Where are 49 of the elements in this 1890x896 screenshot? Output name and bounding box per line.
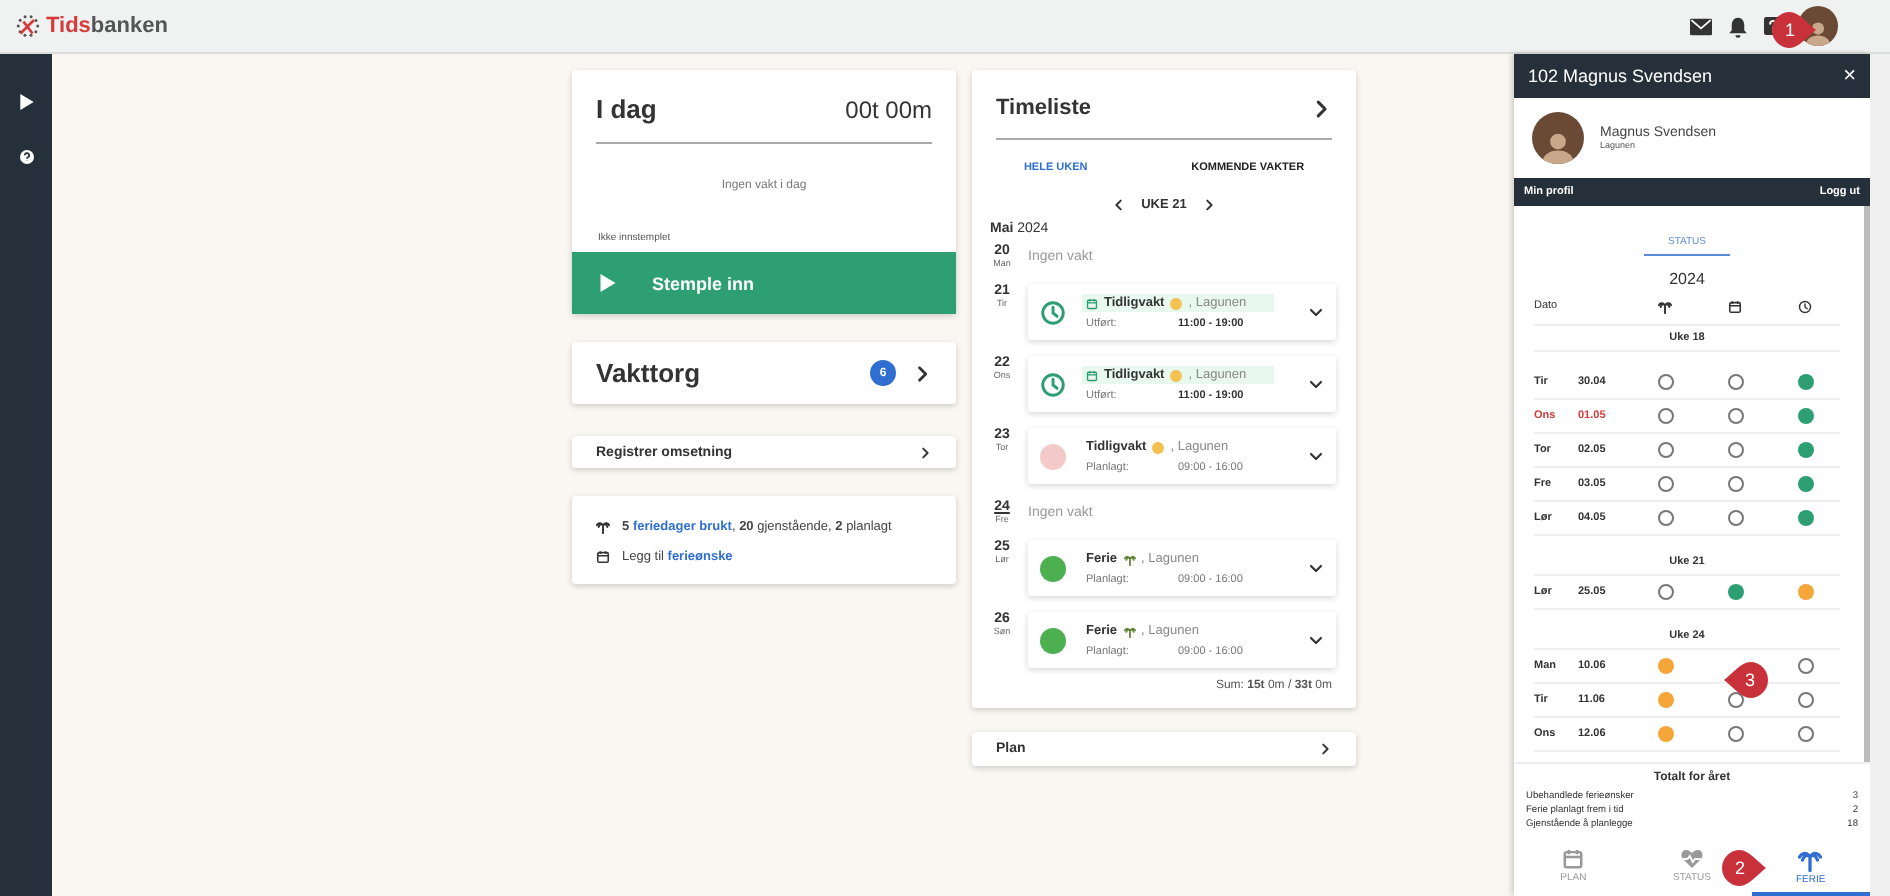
calendar-icon	[1086, 369, 1098, 381]
chevron-right-icon[interactable]	[1318, 742, 1332, 756]
calendar-icon	[1086, 297, 1098, 309]
palm-icon	[1798, 847, 1823, 871]
calendar-icon	[1728, 299, 1742, 313]
chevron-down-icon[interactable]	[1308, 448, 1324, 464]
close-button[interactable]: ×	[1843, 64, 1856, 88]
chevron-down-icon[interactable]	[1308, 632, 1324, 648]
calendar-icon	[1562, 848, 1585, 870]
step-number-tooltip: 2	[1722, 850, 1766, 886]
clock-icon	[1798, 299, 1812, 313]
chevron-left-icon[interactable]	[1111, 198, 1126, 212]
card-title: Vakttorg	[596, 358, 701, 388]
status-dot	[1040, 555, 1066, 581]
palm-icon	[1658, 299, 1672, 313]
palm-icon	[1123, 553, 1136, 565]
status-dot	[1040, 443, 1066, 469]
scrollbar[interactable]	[1870, 54, 1890, 896]
app-logo: Tidsbanken	[46, 14, 168, 38]
calendar-icon	[596, 550, 610, 564]
step-number-tooltip: 3	[1724, 662, 1768, 698]
bell-icon[interactable]	[1728, 15, 1748, 37]
palm-icon	[1123, 625, 1136, 637]
clock-icon	[1040, 299, 1066, 325]
logo-icon	[16, 14, 40, 38]
panel-title: 102 Magnus Svendsen	[1528, 66, 1713, 86]
heartbeat-icon	[1679, 848, 1704, 870]
sun-icon	[1152, 441, 1165, 453]
step-number-tooltip: 1	[1772, 12, 1816, 48]
status-dot	[1040, 627, 1066, 653]
sun-icon	[1170, 297, 1183, 309]
play-icon[interactable]	[19, 94, 33, 110]
card-title: I dag	[596, 94, 657, 124]
palm-icon	[596, 520, 610, 534]
hours-total: 00t 00m	[845, 95, 932, 123]
help-icon[interactable]	[19, 150, 33, 164]
chevron-right-icon[interactable]	[1202, 198, 1217, 212]
chevron-down-icon[interactable]	[1308, 304, 1324, 320]
clock-icon	[1040, 371, 1066, 397]
user-avatar	[1532, 112, 1584, 164]
chevron-down-icon[interactable]	[1308, 560, 1324, 576]
mail-icon[interactable]	[1690, 17, 1712, 35]
year-label: 2024	[1667, 270, 1707, 288]
card-title: Timeliste	[996, 96, 1091, 120]
chevron-down-icon[interactable]	[1308, 376, 1324, 392]
chevron-right-icon[interactable]	[912, 363, 932, 383]
sun-icon	[1170, 369, 1183, 381]
play-icon	[600, 274, 616, 292]
chevron-right-icon[interactable]	[918, 445, 932, 459]
